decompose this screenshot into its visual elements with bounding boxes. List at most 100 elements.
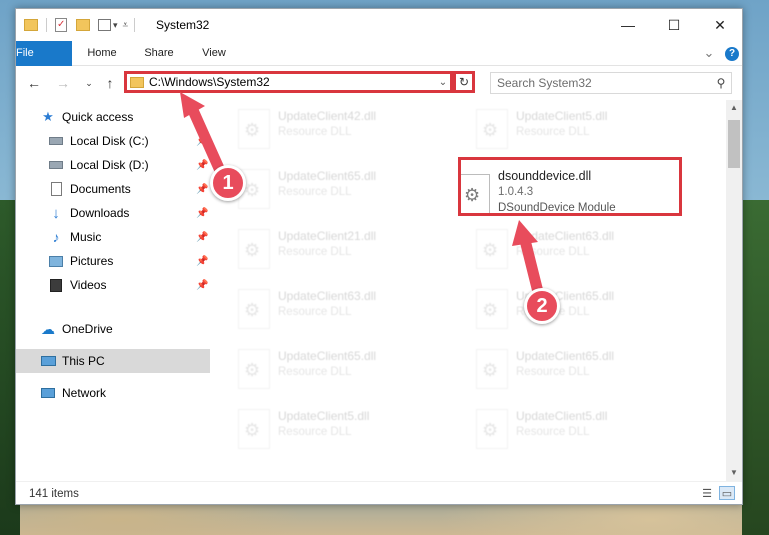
file-name: UpdateClient65.dll xyxy=(278,169,377,183)
nav-item-videos[interactable]: Videos 📌 xyxy=(16,273,210,297)
file-name: UpdateClient65.dll xyxy=(278,349,377,363)
file-desc: Resource DLL xyxy=(278,366,352,378)
scroll-down-icon[interactable]: ▼ xyxy=(726,465,742,481)
help-button[interactable]: ? xyxy=(724,41,740,65)
dll-file-icon: ⚙ xyxy=(476,109,508,149)
vertical-scrollbar[interactable]: ▲ ▼ xyxy=(726,100,742,481)
pin-icon[interactable]: 📌 xyxy=(196,184,208,195)
file-item[interactable]: ⚙ UpdateClient63.dll Resource DLL xyxy=(210,284,430,334)
nav-label: Videos xyxy=(70,278,107,292)
file-desc: Resource DLL xyxy=(278,126,352,138)
nav-item-pictures[interactable]: Pictures 📌 xyxy=(16,249,210,273)
pin-icon[interactable]: 📌 xyxy=(196,136,208,147)
file-name: UpdateClient63.dll xyxy=(516,229,615,243)
file-item[interactable]: ⚙ UpdateClient42.dll Resource DLL xyxy=(210,104,430,154)
address-dropdown-icon[interactable]: ⌄ xyxy=(436,77,450,88)
large-icons-view-button[interactable]: ▭ xyxy=(719,486,735,500)
qat-dropdown-icon[interactable]: ⩡ xyxy=(123,20,129,31)
address-bar[interactable]: C:\Windows\System32 ⌄ xyxy=(124,71,453,93)
forward-arrow-icon: → xyxy=(56,75,70,91)
file-item[interactable]: ⚙ UpdateClient5.dll Resource DLL xyxy=(210,404,430,454)
item-count: 141 items xyxy=(29,487,79,500)
address-path[interactable]: C:\Windows\System32 xyxy=(149,75,436,89)
close-button[interactable]: ✕ xyxy=(697,9,742,41)
music-icon: ♪ xyxy=(52,229,60,245)
nav-item-downloads[interactable]: ↓ Downloads 📌 xyxy=(16,201,210,225)
file-item[interactable]: ⚙ UpdateClient65.dll Resource DLL xyxy=(448,344,668,394)
dll-file-icon: ⚙ xyxy=(238,229,270,269)
up-arrow-icon: ↑ xyxy=(106,75,114,91)
new-folder-icon[interactable] xyxy=(76,19,90,31)
back-arrow-icon: ← xyxy=(27,75,41,91)
file-desc: Resource DLL xyxy=(516,366,590,378)
nav-this-pc[interactable]: This PC xyxy=(16,349,210,373)
nav-network[interactable]: Network xyxy=(16,381,210,405)
maximize-button[interactable]: ☐ xyxy=(651,9,697,41)
nav-item-documents[interactable]: Documents 📌 xyxy=(16,177,210,201)
ribbon-expand-icon[interactable]: ⌄ xyxy=(702,41,716,65)
large-icons-view-icon: ▭ xyxy=(721,487,733,500)
ribbon-tabs: File Home Share View ⌄ ? xyxy=(16,41,742,91)
title-bar: ✓ ▾ ⩡ System32 — ☐ ✕ xyxy=(16,9,742,41)
file-item[interactable]: ⚙ UpdateClient21.dll Resource DLL xyxy=(210,224,430,274)
separator xyxy=(46,18,47,32)
file-desc: Resource DLL xyxy=(278,246,352,258)
forward-button[interactable]: → xyxy=(54,74,72,92)
chevron-down-icon[interactable]: ▾ xyxy=(113,20,118,31)
tab-view[interactable]: View xyxy=(191,41,237,65)
desktop-palm-right xyxy=(742,200,769,535)
properties-icon[interactable]: ✓ xyxy=(55,18,67,32)
minimize-button[interactable]: — xyxy=(605,9,651,41)
scroll-up-icon[interactable]: ▲ xyxy=(726,100,742,116)
file-desc: Resource DLL xyxy=(516,246,590,258)
pin-icon[interactable]: 📌 xyxy=(196,232,208,243)
downloads-icon: ↓ xyxy=(52,204,60,222)
computer-icon xyxy=(40,353,56,369)
address-row: ← → ⌄ ↑ C:\Windows\System32 ⌄ ↻ Search S… xyxy=(16,66,742,100)
pin-icon[interactable]: 📌 xyxy=(196,280,208,291)
file-item[interactable]: ⚙ UpdateClient5.dll Resource DLL xyxy=(448,104,668,154)
nav-label: Downloads xyxy=(70,206,130,220)
status-bar: 141 items ☰ ▭ xyxy=(16,481,742,504)
nav-quick-access[interactable]: ★ Quick access xyxy=(16,105,210,129)
recent-locations-button[interactable]: ⌄ xyxy=(80,74,98,92)
search-icon: ⚲ xyxy=(716,76,726,90)
videos-icon xyxy=(48,277,64,293)
maximize-icon: ☐ xyxy=(667,16,681,33)
nav-label: Music xyxy=(70,230,102,244)
up-button[interactable]: ↑ xyxy=(101,74,119,92)
tab-share[interactable]: Share xyxy=(134,41,184,65)
documents-icon xyxy=(48,181,64,197)
dll-file-icon: ⚙ xyxy=(238,289,270,329)
customize-icon[interactable] xyxy=(98,19,111,31)
file-item[interactable]: ⚙ UpdateClient65.dll Resource DLL xyxy=(210,344,430,394)
file-desc: Resource DLL xyxy=(516,426,590,438)
dll-file-icon: ⚙ xyxy=(238,109,270,149)
nav-item-local-disk-d[interactable]: Local Disk (D:) 📌 xyxy=(16,153,210,177)
nav-item-local-disk-c[interactable]: Local Disk (C:) 📌 xyxy=(16,129,210,153)
drive-icon xyxy=(48,157,64,173)
nav-onedrive[interactable]: ☁ OneDrive xyxy=(16,317,210,341)
close-icon: ✕ xyxy=(714,16,726,33)
pin-icon[interactable]: 📌 xyxy=(196,160,208,171)
nav-item-music[interactable]: ♪ Music 📌 xyxy=(16,225,210,249)
network-icon xyxy=(40,385,56,401)
file-name: UpdateClient5.dll xyxy=(278,409,370,423)
search-input[interactable]: Search System32 ⚲ xyxy=(490,72,732,94)
tab-home[interactable]: Home xyxy=(76,41,128,65)
explorer-window: ✓ ▾ ⩡ System32 — ☐ ✕ File Home Share Vie… xyxy=(15,8,743,505)
details-view-button[interactable]: ☰ xyxy=(699,486,715,500)
refresh-button[interactable]: ↻ xyxy=(453,71,475,93)
scroll-thumb[interactable] xyxy=(728,120,740,168)
separator xyxy=(134,18,136,32)
details-view-icon: ☰ xyxy=(702,487,712,500)
back-button[interactable]: ← xyxy=(25,74,43,92)
folder-icon[interactable] xyxy=(24,19,38,31)
pin-icon[interactable]: 📌 xyxy=(196,208,208,219)
file-item[interactable]: ⚙ UpdateClient63.dll Resource DLL xyxy=(448,224,668,274)
file-item[interactable]: ⚙ UpdateClient5.dll Resource DLL xyxy=(448,404,668,454)
dll-file-icon: ⚙ xyxy=(238,409,270,449)
dll-file-icon: ⚙ xyxy=(476,229,508,269)
dll-file-icon: ⚙ xyxy=(238,349,270,389)
pin-icon[interactable]: 📌 xyxy=(196,256,208,267)
